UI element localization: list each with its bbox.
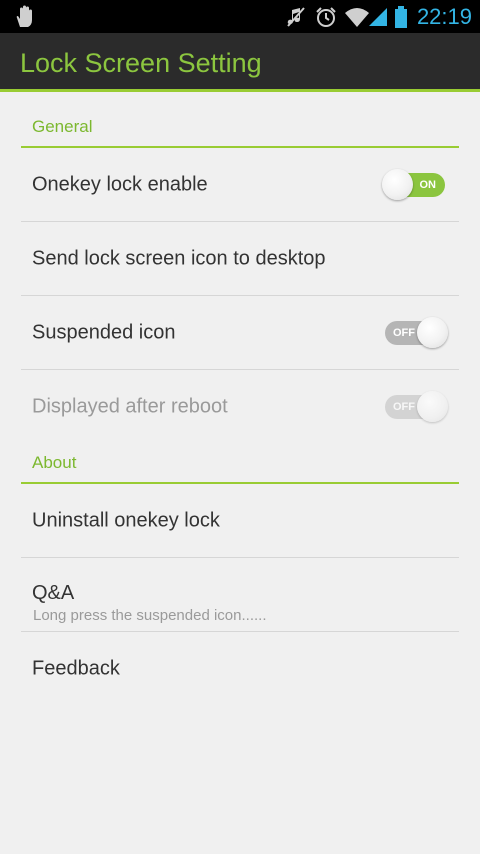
- setting-label: Uninstall onekey lock: [32, 509, 220, 531]
- setting-label: Send lock screen icon to desktop: [32, 247, 326, 269]
- setting-label: Suspended icon: [32, 321, 176, 343]
- section-header-label: About: [32, 453, 77, 472]
- setting-send-icon-to-desktop[interactable]: Send lock screen icon to desktop: [21, 222, 459, 296]
- setting-qa[interactable]: Q&A Long press the suspended icon......: [21, 558, 459, 632]
- onekey-lock-toggle[interactable]: ON: [382, 168, 445, 200]
- displayed-after-reboot-toggle: OFF: [385, 391, 448, 422]
- mute-icon: [286, 0, 306, 33]
- setting-uninstall-onekey-lock[interactable]: Uninstall onekey lock: [21, 484, 459, 558]
- status-bar: 22:19: [0, 0, 480, 33]
- setting-label: Onekey lock enable: [32, 173, 208, 195]
- battery-icon: [394, 0, 408, 33]
- setting-feedback[interactable]: Feedback: [21, 632, 459, 706]
- section-header-about: About: [21, 444, 459, 484]
- toggle-knob: [382, 168, 413, 200]
- toggle-knob: [417, 391, 448, 422]
- setting-label: Feedback: [32, 657, 120, 680]
- toggle-knob: [417, 316, 448, 348]
- setting-suspended-icon[interactable]: Suspended icon OFF: [21, 296, 459, 370]
- toggle-state-label: OFF: [393, 326, 415, 339]
- action-bar: Lock Screen Setting: [0, 33, 480, 92]
- hand-icon: [14, 0, 36, 33]
- toggle-state-label: OFF: [393, 401, 415, 413]
- signal-icon: [367, 0, 389, 33]
- toggle-state-label: ON: [419, 178, 437, 191]
- setting-label: Q&A: [32, 582, 75, 604]
- page-title: Lock Screen Setting: [20, 48, 262, 78]
- setting-onekey-lock-enable[interactable]: Onekey lock enable ON: [21, 148, 459, 222]
- alarm-icon: [315, 0, 337, 33]
- setting-label: Displayed after reboot: [32, 395, 228, 418]
- suspended-icon-toggle[interactable]: OFF: [385, 316, 448, 348]
- section-header-general: General: [21, 92, 459, 148]
- section-header-label: General: [32, 117, 93, 136]
- settings-list: General Onekey lock enable ON Send lock …: [0, 92, 480, 706]
- setting-summary: Long press the suspended icon......: [33, 607, 267, 624]
- setting-displayed-after-reboot: Displayed after reboot OFF: [21, 370, 459, 444]
- status-time: 22:19: [416, 3, 472, 29]
